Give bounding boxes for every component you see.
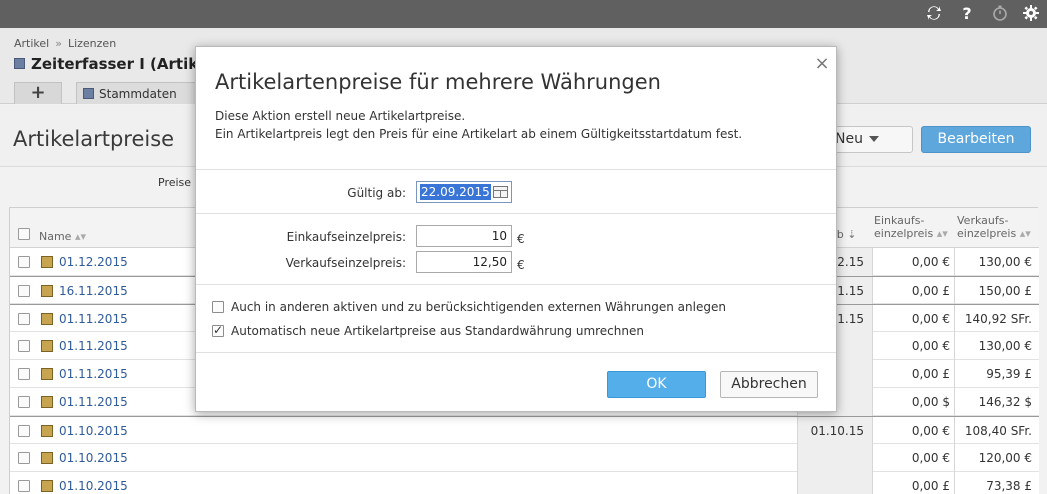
calendar-icon[interactable]: [493, 186, 508, 198]
valid-from-date-input[interactable]: 22.09.2015: [416, 181, 512, 203]
auto-convert-checkbox[interactable]: [212, 323, 224, 337]
dialog-description-line1: Diese Aktion erstell neue Artikelartprei…: [215, 109, 466, 123]
multi-currency-prices-dialog: × Artikelartenpreise für mehrere Währung…: [195, 46, 837, 412]
dialog-title: Artikelartenpreise für mehrere Währungen: [215, 70, 661, 94]
divider: [196, 284, 836, 285]
other-currencies-label[interactable]: Auch in anderen aktiven und zu berücksic…: [231, 300, 726, 314]
valid-from-label: Gültig ab:: [347, 186, 406, 200]
purchase-price-input[interactable]: 10: [416, 225, 512, 247]
other-currencies-checkbox[interactable]: [212, 301, 224, 313]
ok-button[interactable]: OK: [607, 371, 706, 398]
close-icon[interactable]: ×: [813, 55, 831, 73]
divider: [196, 213, 836, 214]
valid-from-value: 22.09.2015: [420, 184, 491, 200]
sale-currency: €: [517, 258, 525, 272]
purchase-price-label: Einkaufseinzelpreis:: [286, 230, 406, 244]
dialog-description-line2: Ein Artikelartpreis legt den Preis für e…: [215, 127, 743, 141]
divider: [196, 169, 836, 170]
sale-price-input[interactable]: 12,50: [416, 251, 512, 273]
divider: [196, 352, 836, 353]
purchase-currency: €: [517, 232, 525, 246]
sale-price-label: Verkaufseinzelpreis:: [285, 256, 406, 270]
cancel-button[interactable]: Abbrechen: [720, 371, 818, 398]
auto-convert-label[interactable]: Automatisch neue Artikelartpreise aus St…: [231, 324, 644, 338]
